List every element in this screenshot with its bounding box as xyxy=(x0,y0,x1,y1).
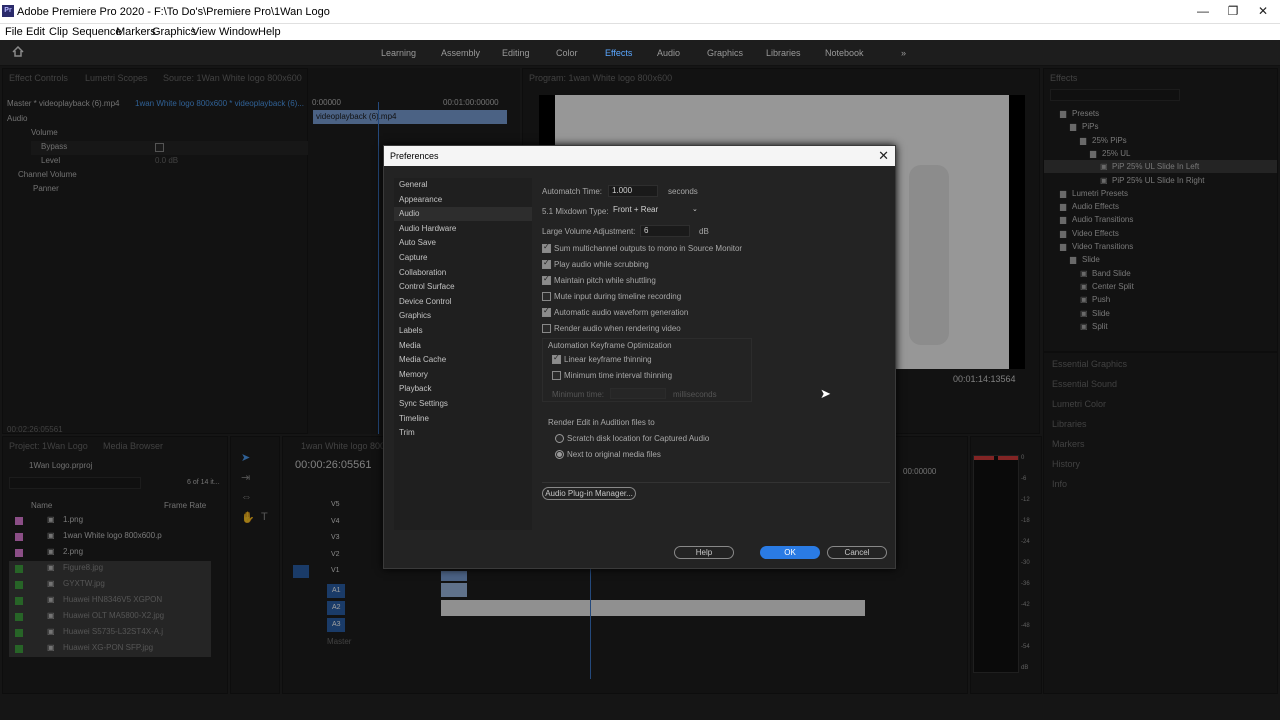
mixdown-type-label: 5.1 Mixdown Type: xyxy=(542,207,609,216)
large-volume-unit: dB xyxy=(699,227,709,236)
menu-sequence[interactable]: Sequence xyxy=(72,26,122,38)
preference-checkbox[interactable] xyxy=(542,292,551,301)
preference-checkbox-label: Play audio while scrubbing xyxy=(554,260,649,269)
automatch-time-unit: seconds xyxy=(668,187,698,196)
ok-button[interactable]: OK xyxy=(760,546,820,559)
menu-markers[interactable]: Markers xyxy=(116,26,156,38)
preferences-category-item[interactable]: Memory xyxy=(399,368,529,382)
minimize-button[interactable]: — xyxy=(1188,4,1218,18)
preference-checkbox-label: Render audio when rendering video xyxy=(554,324,681,333)
large-volume-label: Large Volume Adjustment: xyxy=(542,227,636,236)
preferences-category-item[interactable]: Media xyxy=(399,339,529,353)
workspace-audio[interactable]: Audio xyxy=(657,48,680,58)
automatch-time-label: Automatch Time: xyxy=(542,187,603,196)
workspace-bar: Learning Assembly Editing Color Effects … xyxy=(0,40,1280,66)
menu-bar: File Edit Clip Sequence Markers Graphics… xyxy=(0,24,1280,40)
menu-view[interactable]: View xyxy=(192,26,216,38)
workspace-effects[interactable]: Effects xyxy=(605,48,632,58)
preference-checkbox[interactable] xyxy=(542,324,551,333)
preferences-category-item[interactable]: Device Control xyxy=(399,295,529,309)
preference-checkbox-label: Automatic audio waveform generation xyxy=(554,308,689,317)
preferences-category-item[interactable]: General xyxy=(399,178,529,192)
preference-checkbox-label: Maintain pitch while shuttling xyxy=(554,276,656,285)
preferences-category-item[interactable]: Audio Hardware xyxy=(399,222,529,236)
render-edit-label: Render Edit in Audition files to xyxy=(548,418,655,427)
mixdown-type-select[interactable]: Front + Rear ⌄ xyxy=(610,205,700,217)
cancel-button[interactable]: Cancel xyxy=(827,546,887,559)
preference-checkbox-label: Sum multichannel outputs to mono in Sour… xyxy=(554,244,743,253)
render-location-radio[interactable] xyxy=(555,450,564,459)
render-location-label: Scratch disk location for Captured Audio xyxy=(567,434,710,443)
preferences-category-item[interactable]: Trim xyxy=(399,426,529,440)
preferences-category-item[interactable]: Media Cache xyxy=(399,353,529,367)
menu-window[interactable]: Window xyxy=(219,26,258,38)
keyframe-checkbox-label: Minimum time interval thinning xyxy=(564,371,673,380)
workspace-notebook[interactable]: Notebook xyxy=(825,48,864,58)
render-location-label: Next to original media files xyxy=(567,450,661,459)
preferences-category-item[interactable]: Collaboration xyxy=(399,266,529,280)
preferences-category-item[interactable]: Audio xyxy=(394,207,532,222)
preferences-category-item[interactable]: Playback xyxy=(399,382,529,396)
premiere-app-icon: Pr xyxy=(2,5,14,17)
render-location-radio[interactable] xyxy=(555,434,564,443)
preference-checkbox[interactable] xyxy=(542,306,551,317)
title-bar: Pr Adobe Premiere Pro 2020 - F:\To Do's\… xyxy=(0,0,1280,24)
preferences-category-item[interactable]: Sync Settings xyxy=(399,397,529,411)
keyframe-checkbox[interactable] xyxy=(552,353,561,364)
workspace-libraries[interactable]: Libraries xyxy=(766,48,801,58)
home-icon[interactable] xyxy=(12,45,24,57)
dialog-close-icon[interactable]: ✕ xyxy=(878,148,889,164)
help-button[interactable]: Help xyxy=(674,546,734,559)
restore-button[interactable]: ❐ xyxy=(1218,4,1248,18)
automatch-time-input[interactable]: 1.000 xyxy=(608,185,658,197)
menu-help[interactable]: Help xyxy=(258,26,281,38)
preference-checkbox-label: Mute input during timeline recording xyxy=(554,292,682,301)
preference-checkbox[interactable] xyxy=(542,274,551,285)
dialog-title: Preferences xyxy=(390,151,439,161)
preferences-category-item[interactable]: Control Surface xyxy=(399,280,529,294)
workspace-editing[interactable]: Editing xyxy=(502,48,530,58)
chevron-down-icon: ⌄ xyxy=(692,206,698,213)
dialog-title-bar: Preferences ✕ xyxy=(384,146,895,166)
workspaces-more-button[interactable]: » xyxy=(901,48,906,58)
large-volume-input[interactable]: 6 xyxy=(640,225,690,237)
min-time-label: Minimum time: xyxy=(552,390,605,399)
preferences-category-item[interactable]: Graphics xyxy=(399,309,529,323)
keyframe-checkbox-label: Linear keyframe thinning xyxy=(564,355,652,364)
keyframe-checkbox[interactable] xyxy=(552,371,561,380)
mouse-cursor-icon: ➤ xyxy=(820,386,831,401)
preferences-category-item[interactable]: Labels xyxy=(399,324,529,338)
preferences-dialog: Preferences ✕ General Appearance Audio Audi… xyxy=(383,145,896,569)
min-time-unit: milliseconds xyxy=(673,390,717,399)
preferences-category-item[interactable]: Capture xyxy=(399,251,529,265)
preferences-category-item[interactable]: Timeline xyxy=(399,412,529,426)
preference-checkbox[interactable] xyxy=(542,242,551,253)
workspace-graphics[interactable]: Graphics xyxy=(707,48,743,58)
min-time-input[interactable] xyxy=(610,388,666,399)
menu-graphics[interactable]: Graphics xyxy=(152,26,196,38)
preference-checkbox[interactable] xyxy=(542,258,551,269)
preferences-category-list: General Appearance Audio Audio Hardware Auto… xyxy=(394,178,532,530)
menu-clip[interactable]: Clip xyxy=(49,26,68,38)
mixdown-type-value: Front + Rear xyxy=(613,205,659,214)
menu-file[interactable]: File xyxy=(5,26,23,38)
workspace-color[interactable]: Color xyxy=(556,48,578,58)
menu-edit[interactable]: Edit xyxy=(26,26,45,38)
window-title: Adobe Premiere Pro 2020 - F:\To Do's\Pre… xyxy=(17,6,330,18)
preferences-category-item[interactable]: Auto Save xyxy=(399,236,529,250)
preferences-category-item[interactable]: Appearance xyxy=(399,193,529,207)
workspace-learning[interactable]: Learning xyxy=(381,48,416,58)
audio-plugin-manager-button[interactable]: Audio Plug-in Manager... xyxy=(542,487,636,500)
keyframe-group-label: Automation Keyframe Optimization xyxy=(548,341,672,350)
workspace-assembly[interactable]: Assembly xyxy=(441,48,480,58)
close-window-button[interactable]: ✕ xyxy=(1248,4,1278,18)
